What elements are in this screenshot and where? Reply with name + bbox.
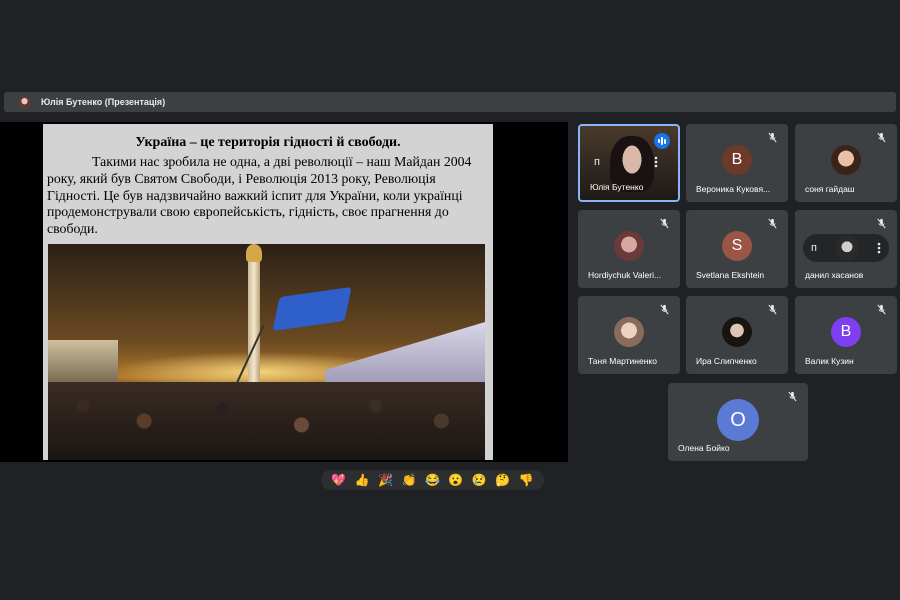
mic-off-icon [768, 132, 777, 143]
reaction-thinking-button[interactable]: 🤔 [495, 473, 510, 487]
participant-name: Валик Кузин [805, 356, 854, 366]
participant-tile[interactable]: Ира Слипченко [686, 296, 788, 374]
presenter-bar: Юлія Бутенко (Презентація) [4, 92, 896, 112]
reaction-heart-button[interactable]: 💖 [331, 473, 346, 487]
participant-tile-self[interactable]: п Юлія Бутенко [578, 124, 680, 202]
avatar: S [722, 231, 752, 261]
more-options-icon[interactable] [654, 156, 658, 168]
mic-off-icon [768, 218, 777, 229]
pin-icon[interactable]: п [594, 156, 600, 168]
participant-tile[interactable]: В Валик Кузин [795, 296, 897, 374]
speaking-indicator-icon [654, 133, 670, 149]
participant-name: Ира Слипченко [696, 356, 757, 366]
mic-off-icon [877, 218, 886, 229]
participant-tile[interactable]: п данил хасанов [795, 210, 897, 288]
photo-crowd [48, 382, 485, 460]
reaction-thumbs-up-button[interactable]: 👍 [355, 473, 370, 487]
participant-name: Svetlana Ekshtein [696, 270, 765, 280]
reaction-clap-button[interactable]: 👏 [402, 473, 417, 487]
tile-hover-controls: п [803, 234, 889, 262]
photo-eu-flag [272, 286, 352, 332]
avatar: В [831, 317, 861, 347]
participant-tile[interactable]: Hordiychuk Valeri... [578, 210, 680, 288]
avatar: О [717, 399, 759, 441]
avatar [722, 317, 752, 347]
mic-off-icon [660, 218, 669, 229]
avatar: В [722, 145, 752, 175]
participant-tile[interactable]: Таня Мартиненко [578, 296, 680, 374]
more-options-icon[interactable] [877, 242, 881, 254]
avatar [614, 231, 644, 261]
participant-name: Таня Мартиненко [588, 356, 657, 366]
participant-tile[interactable]: В Вероника Куковя... [686, 124, 788, 202]
reaction-party-button[interactable]: 🎉 [378, 473, 393, 487]
participant-name: Олена Бойко [678, 443, 730, 453]
participant-name: Hordiychuk Valeri... [588, 270, 662, 280]
participant-name: Вероника Куковя... [696, 184, 771, 194]
presentation-area[interactable]: Україна – це територія гідності й свобод… [0, 122, 568, 462]
participant-tile[interactable]: О Олена Бойко [668, 383, 808, 461]
reaction-surprised-button[interactable]: 😮 [448, 473, 463, 487]
reaction-sad-button[interactable]: 😢 [472, 473, 487, 487]
mic-off-icon [660, 304, 669, 315]
mic-off-icon [768, 304, 777, 315]
pin-icon[interactable]: п [811, 242, 817, 254]
presentation-slide: Україна – це територія гідності й свобод… [43, 124, 493, 460]
participant-tile[interactable]: соня гайдаш [795, 124, 897, 202]
participant-name: данил хасанов [805, 270, 864, 280]
participant-name: Юлія Бутенко [590, 182, 644, 192]
reactions-bar: 💖 👍 🎉 👏 😂 😮 😢 🤔 👎 [321, 470, 544, 490]
reaction-thumbs-down-button[interactable]: 👎 [519, 473, 534, 487]
slide-body: Такими нас зробила не одна, а дві револю… [47, 154, 472, 237]
avatar [834, 236, 859, 260]
mic-off-icon [877, 132, 886, 143]
slide-title: Україна – це територія гідності й свобод… [135, 135, 401, 150]
participant-name: соня гайдаш [805, 184, 855, 194]
reaction-laugh-button[interactable]: 😂 [425, 473, 440, 487]
mic-off-icon [788, 391, 797, 402]
slide-photo [48, 244, 485, 460]
photo-monument-statue [246, 244, 262, 262]
mic-off-icon [877, 304, 886, 315]
avatar [831, 145, 861, 175]
avatar [614, 317, 644, 347]
presenter-avatar [18, 95, 31, 109]
photo-monument-column [248, 250, 260, 386]
presenter-label: Юлія Бутенко (Презентація) [41, 97, 166, 107]
participant-tile[interactable]: S Svetlana Ekshtein [686, 210, 788, 288]
